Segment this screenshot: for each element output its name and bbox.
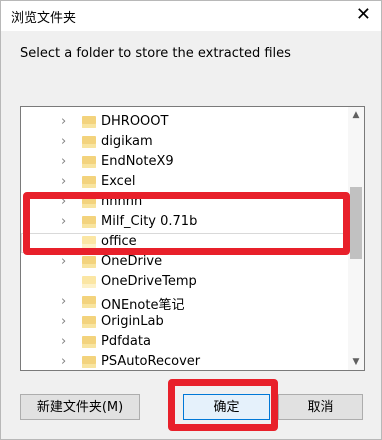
tree-item-label: Excel: [101, 174, 136, 189]
tree-item[interactable]: OneDriveTemp: [21, 273, 347, 293]
instruction-text: Select a folder to store the extracted f…: [20, 46, 291, 61]
chevron-right-icon[interactable]: ›: [61, 255, 71, 269]
tree-item[interactable]: › OneDrive: [21, 253, 347, 273]
chevron-right-icon[interactable]: ›: [61, 215, 71, 229]
tree-item[interactable]: › DHROOOT: [21, 113, 347, 133]
tree-item[interactable]: › Excel: [21, 173, 347, 193]
folder-tree[interactable]: › DHROOOT › digikam › EndNoteX9 › Excel …: [20, 106, 365, 371]
tree-item-label: Milf_City 0.71b: [101, 214, 198, 229]
tree-item-label: OneDriveTemp: [101, 274, 197, 289]
chevron-right-icon[interactable]: ›: [61, 315, 71, 329]
scrollbar-thumb[interactable]: [350, 187, 362, 259]
tree-item-label: EndNoteX9: [101, 154, 174, 169]
chevron-right-icon[interactable]: ›: [61, 155, 71, 169]
chevron-right-icon[interactable]: ›: [61, 335, 71, 349]
tree-item-label: OriginLab: [101, 314, 164, 329]
tree-item[interactable]: › OriginLab: [21, 313, 347, 333]
tree-item-label: DHROOOT: [101, 114, 169, 129]
chevron-right-icon[interactable]: ›: [61, 355, 71, 369]
tree-item-label: PSAutoRecover: [101, 354, 201, 369]
folder-icon: [82, 336, 96, 348]
tree-item-selected[interactable]: office: [21, 233, 347, 253]
tree-item[interactable]: › digikam: [21, 133, 347, 153]
tree-item[interactable]: › EndNoteX9: [21, 153, 347, 173]
vertical-scrollbar[interactable]: ▲ ▼: [348, 107, 364, 370]
scroll-down-icon[interactable]: ▼: [348, 354, 364, 370]
folder-icon: [82, 296, 96, 308]
folder-icon: [82, 236, 96, 248]
scroll-up-icon[interactable]: ▲: [348, 107, 364, 123]
folder-icon: [82, 256, 96, 268]
tree-item[interactable]: › ONEnote笔记: [21, 293, 347, 314]
chevron-right-icon[interactable]: ›: [61, 295, 71, 309]
tree-item-label: hhhhh: [101, 194, 143, 209]
tree-item-label: digikam: [101, 134, 153, 149]
tree-item-label: OneDrive: [101, 254, 163, 269]
ok-button[interactable]: 确定: [183, 394, 270, 420]
chevron-right-icon[interactable]: ›: [61, 175, 71, 189]
folder-icon: [82, 156, 96, 168]
tree-item[interactable]: › PSAutoRecover: [21, 353, 347, 370]
browse-folder-dialog: 浏览文件夹 ✕ Select a folder to store the ext…: [0, 0, 382, 440]
folder-icon: [82, 356, 96, 368]
folder-icon: [82, 276, 96, 288]
tree-item[interactable]: › hhhhh: [21, 193, 347, 213]
folder-icon: [82, 316, 96, 328]
chevron-right-icon[interactable]: ›: [61, 135, 71, 149]
cancel-button[interactable]: 取消: [278, 394, 363, 420]
tree-item[interactable]: › Milf_City 0.71b: [21, 213, 347, 233]
folder-icon: [82, 176, 96, 188]
new-folder-button[interactable]: 新建文件夹(M): [20, 394, 140, 420]
chevron-right-icon[interactable]: ›: [61, 195, 71, 209]
folder-icon: [82, 196, 96, 208]
folder-icon: [82, 136, 96, 148]
tree-item-label: office: [101, 234, 137, 249]
folder-icon: [82, 116, 96, 128]
dialog-title: 浏览文件夹: [11, 11, 77, 26]
tree-item[interactable]: › Pdfdata: [21, 333, 347, 353]
tree-item-label: Pdfdata: [101, 334, 151, 349]
chevron-right-icon[interactable]: ›: [61, 115, 71, 129]
tree-item-label: ONEnote笔记: [101, 298, 185, 313]
folder-icon: [82, 216, 96, 228]
title-bar: 浏览文件夹 ✕: [1, 1, 381, 31]
close-icon[interactable]: ✕: [356, 4, 371, 26]
